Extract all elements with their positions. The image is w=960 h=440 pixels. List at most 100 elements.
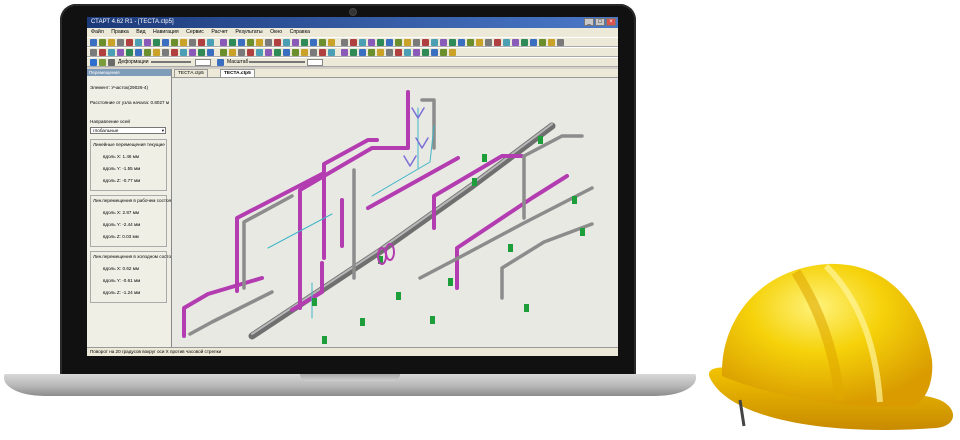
tab-document-2[interactable]: ТЕСТА.ctp5 (220, 69, 255, 77)
toolbar-icon[interactable] (368, 49, 375, 56)
toolbar-icon[interactable] (189, 39, 196, 46)
toolbar-icon[interactable] (292, 49, 299, 56)
menu-calculation[interactable]: Расчет (211, 29, 228, 35)
menu-file[interactable]: Файл (91, 29, 104, 35)
toolbar-icon[interactable] (171, 49, 178, 56)
menu-edit[interactable]: Правка (111, 29, 129, 35)
toolbar-icon[interactable] (341, 39, 348, 46)
toolbar-icon[interactable] (135, 39, 142, 46)
toolbar-icon[interactable] (99, 39, 106, 46)
toolbar-icon[interactable] (503, 39, 510, 46)
toolbar-icon[interactable] (229, 49, 236, 56)
toolbar-icon[interactable] (256, 49, 263, 56)
toolbar-icon[interactable] (404, 49, 411, 56)
toolbar-icon[interactable] (440, 49, 447, 56)
toolbar-icon[interactable] (386, 39, 393, 46)
minimize-button[interactable]: _ (584, 18, 594, 26)
toolbar-icon[interactable] (153, 39, 160, 46)
toolbar-icon[interactable] (283, 39, 290, 46)
toolbar-icon[interactable] (368, 39, 375, 46)
deformation-slider[interactable] (151, 61, 191, 63)
toolbar-icon[interactable] (135, 49, 142, 56)
toolbar-icon[interactable] (117, 49, 124, 56)
toolbar-icon[interactable] (207, 49, 214, 56)
toolbar-icon[interactable] (539, 39, 546, 46)
scale-combo[interactable] (307, 59, 323, 66)
toolbar-icon[interactable] (449, 39, 456, 46)
tab-document-1[interactable]: ТЕСТА.ctp5 (174, 69, 208, 77)
toolbar-icon[interactable] (90, 39, 97, 46)
toolbar-icon[interactable] (90, 49, 97, 56)
select-icon[interactable] (99, 59, 106, 66)
toolbar-icon[interactable] (265, 39, 272, 46)
toolbar-icon[interactable] (431, 49, 438, 56)
toolbar-icon[interactable] (247, 49, 254, 56)
toolbar-icon[interactable] (449, 49, 456, 56)
menu-navigation[interactable]: Навигация (153, 29, 179, 35)
toolbar-icon[interactable] (126, 39, 133, 46)
toolbar-icon[interactable] (310, 39, 317, 46)
toolbar-icon[interactable] (548, 39, 555, 46)
toolbar-icon[interactable] (126, 49, 133, 56)
pipeline-model-drawing[interactable] (172, 78, 618, 347)
deformation-combo[interactable] (195, 59, 211, 66)
toolbar-icon[interactable] (530, 39, 537, 46)
toolbar-icon[interactable] (512, 39, 519, 46)
toolbar-icon[interactable] (413, 49, 420, 56)
toolbar-icon[interactable] (404, 39, 411, 46)
toolbar-icon[interactable] (350, 49, 357, 56)
toolbar-icon[interactable] (521, 39, 528, 46)
toolbar-icon[interactable] (180, 49, 187, 56)
toolbar-icon[interactable] (377, 49, 384, 56)
toolbar-icon[interactable] (359, 49, 366, 56)
pointer-icon[interactable] (90, 59, 97, 66)
toolbar-icon[interactable] (440, 39, 447, 46)
deform-icon[interactable] (108, 59, 115, 66)
toolbar-icon[interactable] (476, 39, 483, 46)
toolbar-icon[interactable] (422, 49, 429, 56)
toolbar-icon[interactable] (395, 49, 402, 56)
toolbar-icon[interactable] (117, 39, 124, 46)
toolbar-icon[interactable] (350, 39, 357, 46)
toolbar-icon[interactable] (386, 49, 393, 56)
menu-results[interactable]: Результаты (235, 29, 262, 35)
toolbar-icon[interactable] (220, 39, 227, 46)
direction-select[interactable]: глобальные ▾ (90, 127, 166, 134)
toolbar-icon[interactable] (283, 49, 290, 56)
toolbar-icon[interactable] (108, 49, 115, 56)
toolbar-icon[interactable] (108, 39, 115, 46)
toolbar-icon[interactable] (274, 39, 281, 46)
toolbar-icon[interactable] (198, 39, 205, 46)
model-viewport[interactable]: ТЕСТА.ctp5 ТЕСТА.ctp5 (172, 69, 618, 347)
menu-view[interactable]: Вид (136, 29, 145, 35)
toolbar-icon[interactable] (207, 39, 214, 46)
toolbar-icon[interactable] (99, 49, 106, 56)
toolbar-icon[interactable] (274, 49, 281, 56)
scale-icon[interactable] (217, 59, 224, 66)
toolbar-icon[interactable] (328, 39, 335, 46)
scale-slider[interactable] (249, 61, 305, 63)
toolbar-icon[interactable] (319, 39, 326, 46)
toolbar-icon[interactable] (557, 39, 564, 46)
toolbar-icon[interactable] (198, 49, 205, 56)
menu-help[interactable]: Справка (290, 29, 310, 35)
toolbar-icon[interactable] (171, 39, 178, 46)
toolbar-icon[interactable] (189, 49, 196, 56)
toolbar-icon[interactable] (153, 49, 160, 56)
toolbar-icon[interactable] (431, 39, 438, 46)
toolbar-icon[interactable] (220, 49, 227, 56)
toolbar-icon[interactable] (310, 49, 317, 56)
maximize-button[interactable]: □ (595, 18, 605, 26)
toolbar-icon[interactable] (144, 49, 151, 56)
menu-service[interactable]: Сервис (186, 29, 204, 35)
menu-window[interactable]: Окно (270, 29, 282, 35)
toolbar-icon[interactable] (359, 39, 366, 46)
toolbar-icon[interactable] (395, 39, 402, 46)
toolbar-icon[interactable] (238, 39, 245, 46)
toolbar-icon[interactable] (341, 49, 348, 56)
toolbar-icon[interactable] (467, 39, 474, 46)
close-button[interactable]: × (606, 18, 616, 26)
toolbar-icon[interactable] (144, 39, 151, 46)
toolbar-icon[interactable] (162, 49, 169, 56)
toolbar-icon[interactable] (494, 39, 501, 46)
